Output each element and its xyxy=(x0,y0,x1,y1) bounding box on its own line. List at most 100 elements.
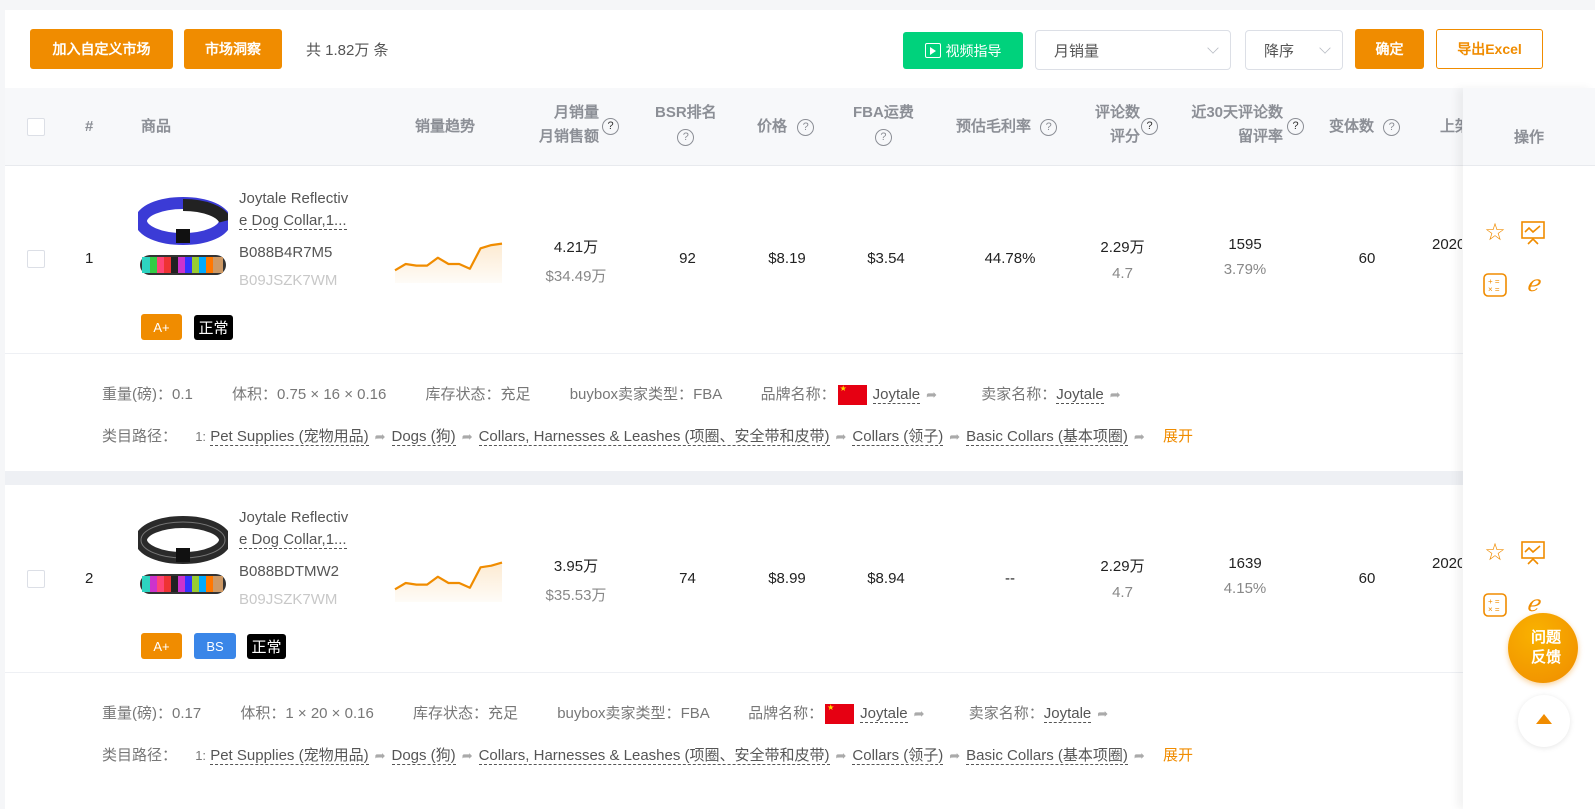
tag-aplus: A+ xyxy=(141,314,182,340)
category-link[interactable]: Collars (领子) xyxy=(852,747,944,765)
help-icon[interactable]: ? xyxy=(677,128,695,146)
share-arrow-icon[interactable]: ➦ xyxy=(836,748,847,764)
share-arrow-icon[interactable]: ➦ xyxy=(375,748,386,764)
asin[interactable]: B088B4R7M5 xyxy=(239,244,332,261)
help-icon[interactable]: ? xyxy=(874,128,892,146)
video-guide-button[interactable]: 视频指导 xyxy=(903,32,1023,69)
help-icon[interactable]: ? xyxy=(1383,118,1401,136)
tag-status: 正常 xyxy=(194,315,233,340)
total-count: 共 1.82万 条 xyxy=(306,42,389,59)
video-icon xyxy=(924,43,941,58)
help-icon[interactable]: ? xyxy=(1287,118,1304,135)
category-link[interactable]: Collars (领子) xyxy=(852,428,944,446)
category-link[interactable]: Dogs (狗) xyxy=(391,747,456,765)
expand-link[interactable]: 展开 xyxy=(1163,428,1193,445)
header-index: # xyxy=(85,118,94,135)
main-card: 加入自定义市场 市场洞察 共 1.82万 条 视频指导 月销量 降序 确定 导出… xyxy=(5,10,1595,809)
product-image[interactable] xyxy=(138,512,228,602)
select-all-checkbox[interactable] xyxy=(27,118,45,136)
favorite-star-icon[interactable]: ☆ xyxy=(1482,540,1508,566)
parent-asin[interactable]: B09JSZK7WM xyxy=(239,591,337,608)
category-link[interactable]: Basic Collars (基本项圈) xyxy=(966,747,1128,765)
parent-asin[interactable]: B09JSZK7WM xyxy=(239,272,337,289)
category-link[interactable]: Dogs (狗) xyxy=(391,428,456,446)
trend-chart-icon[interactable] xyxy=(1520,220,1546,246)
bsr-cell: 92 xyxy=(679,250,696,267)
reviews-30d-cell: 1595 3.79% xyxy=(1223,236,1267,278)
reviews-cell: 2.29万 4.7 xyxy=(1100,239,1145,282)
share-arrow-icon[interactable]: ➦ xyxy=(1134,748,1145,764)
add-custom-market-button[interactable]: 加入自定义市场 xyxy=(30,29,173,69)
confirm-button[interactable]: 确定 xyxy=(1355,29,1424,69)
weight-value: 0.1 xyxy=(172,386,193,403)
category-link[interactable]: Collars, Harnesses & Leashes (项圈、安全带和皮带) xyxy=(478,747,830,765)
product-title[interactable]: Joytale Reflectiv e Dog Collar,1... xyxy=(239,188,364,232)
market-insight-button[interactable]: 市场洞察 xyxy=(184,29,282,69)
brand-link[interactable]: Joytale xyxy=(860,705,908,723)
sort-order-select[interactable]: 降序 xyxy=(1245,30,1343,70)
video-guide-label: 视频指导 xyxy=(945,42,1002,59)
feedback-button[interactable]: 问题 反馈 xyxy=(1508,613,1578,683)
share-arrow-icon[interactable]: ➦ xyxy=(914,706,925,722)
header-reviews-30d[interactable]: 近30天评论数 留评率 xyxy=(1183,101,1283,149)
row-checkbox[interactable] xyxy=(27,250,45,268)
sales-trend-chart[interactable] xyxy=(391,557,506,602)
header-fba-fee[interactable]: FBA运费 ? xyxy=(853,101,914,149)
help-icon[interactable]: ? xyxy=(602,118,619,135)
seller-link[interactable]: Joytale xyxy=(1043,705,1092,723)
header-bsr[interactable]: BSR排名 ? xyxy=(655,101,717,149)
category-link[interactable]: Pet Supplies (宠物用品) xyxy=(210,747,369,765)
stock-value: 充足 xyxy=(488,705,519,722)
share-arrow-icon[interactable]: ➦ xyxy=(462,429,473,445)
chevron-down-icon xyxy=(1319,42,1331,54)
help-icon[interactable]: ? xyxy=(1040,118,1058,136)
back-to-top-button[interactable] xyxy=(1518,695,1570,747)
product-image[interactable] xyxy=(138,193,228,283)
stock-value: 充足 xyxy=(500,386,531,403)
calculator-icon[interactable]: + = × = xyxy=(1482,592,1508,618)
header-margin[interactable]: 预估毛利率 ? xyxy=(956,115,1058,139)
header-variants[interactable]: 变体数 ? xyxy=(1329,115,1401,139)
row-checkbox[interactable] xyxy=(27,570,45,588)
category-link[interactable]: Pet Supplies (宠物用品) xyxy=(210,428,369,446)
export-excel-button[interactable]: 导出Excel xyxy=(1436,29,1543,69)
expand-link[interactable]: 展开 xyxy=(1163,747,1193,764)
share-arrow-icon[interactable]: ➦ xyxy=(462,748,473,764)
share-arrow-icon[interactable]: ➦ xyxy=(1134,429,1145,445)
share-arrow-icon[interactable]: ➦ xyxy=(949,748,960,764)
share-arrow-icon[interactable]: ➦ xyxy=(926,387,937,403)
monthly-sales-cell: 4.21万 $34.49万 xyxy=(545,239,607,285)
category-link[interactable]: Collars, Harnesses & Leashes (项圈、安全带和皮带) xyxy=(478,428,830,446)
header-price[interactable]: 价格 ? xyxy=(757,115,815,139)
china-flag-icon xyxy=(825,703,855,725)
reviews-cell: 2.29万 4.7 xyxy=(1100,558,1145,601)
share-arrow-icon[interactable]: ➦ xyxy=(949,429,960,445)
help-icon[interactable]: ? xyxy=(797,118,815,136)
table-row: 1 Joytale Reflectiv e Dog Collar,1... B0… xyxy=(5,166,1595,354)
help-icon[interactable]: ? xyxy=(1141,118,1158,135)
buybox-value: FBA xyxy=(693,386,722,403)
share-arrow-icon[interactable]: ➦ xyxy=(1110,387,1121,403)
calculator-icon[interactable]: + = × = xyxy=(1482,272,1508,298)
sort-field-select[interactable]: 月销量 xyxy=(1035,30,1231,70)
asin[interactable]: B088BDTMW2 xyxy=(239,563,339,580)
header-reviews[interactable]: 评论数 评分 xyxy=(1085,101,1140,149)
row-details: 重量(磅)：0.17 体积：1 × 20 × 0.16 库存状态：充足 buyb… xyxy=(5,674,1595,789)
share-arrow-icon[interactable]: ➦ xyxy=(836,429,847,445)
trend-chart-icon[interactable] xyxy=(1520,540,1546,566)
detail-line-1: 重量(磅)：0.1 体积：0.75 × 16 × 0.16 库存状态：充足 bu… xyxy=(102,383,1127,406)
sales-trend-chart[interactable] xyxy=(391,238,506,283)
alibaba-icon[interactable]: ℯ xyxy=(1520,272,1546,298)
seller-link[interactable]: Joytale xyxy=(1056,386,1104,404)
brand-link[interactable]: Joytale xyxy=(872,386,921,404)
svg-text:× =: × = xyxy=(1488,285,1500,294)
header-monthly-sales[interactable]: 月销量 月销售额 xyxy=(533,101,599,149)
header-product: 商品 xyxy=(141,118,172,135)
header-actions: 操作 xyxy=(1463,88,1595,166)
product-title[interactable]: Joytale Reflectiv e Dog Collar,1... xyxy=(239,507,364,551)
share-arrow-icon[interactable]: ➦ xyxy=(1097,706,1108,722)
share-arrow-icon[interactable]: ➦ xyxy=(375,429,386,445)
category-link[interactable]: Basic Collars (基本项圈) xyxy=(966,428,1128,446)
sort-field-value: 月销量 xyxy=(1054,42,1100,60)
favorite-star-icon[interactable]: ☆ xyxy=(1482,220,1508,246)
